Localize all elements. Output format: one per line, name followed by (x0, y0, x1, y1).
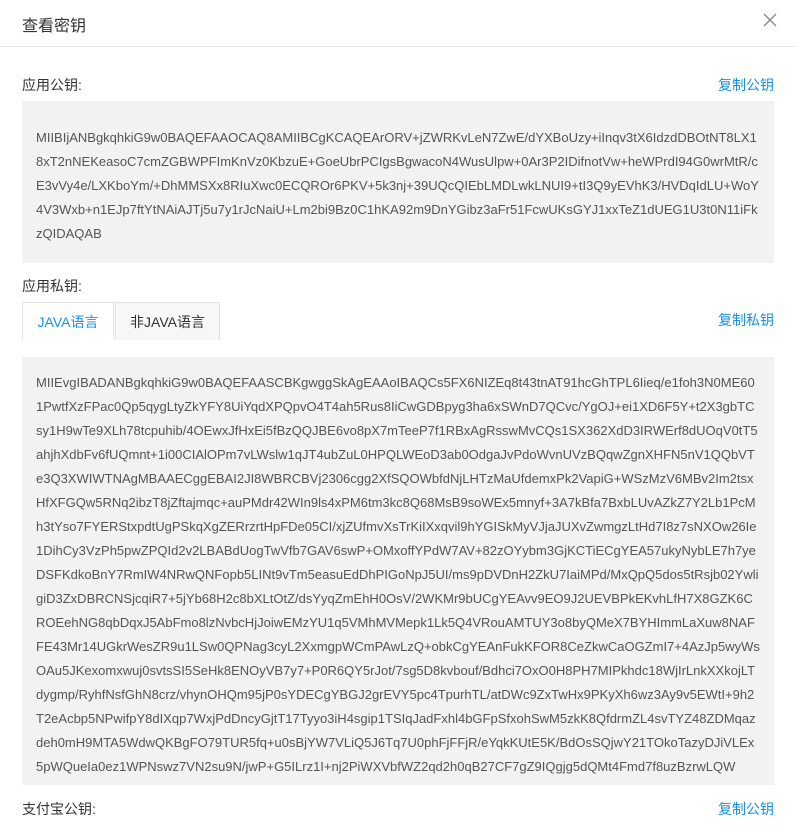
private-key-box: MIIEvgIBADANBgkqhkiG9w0BAQEFAASCBKgwggSk… (22, 357, 774, 785)
alipay-key-header: 支付宝公钥: 复制公钥 (22, 797, 774, 827)
public-key-label: 应用公钥: (22, 77, 82, 93)
public-key-header: 应用公钥: 复制公钥 (22, 72, 774, 102)
copy-private-key-link[interactable]: 复制私钥 (718, 310, 774, 330)
tab-java-label: JAVA语言 (37, 314, 99, 330)
public-key-value: MIIBIjANBgkqhkiG9w0BAQEFAAOCAQ8AMIIBCgKC… (36, 130, 759, 241)
close-icon[interactable] (763, 13, 777, 27)
private-key-value: MIIEvgIBADANBgkqhkiG9w0BAQEFAASCBKgwggSk… (36, 375, 760, 774)
dialog-body: 应用公钥: 复制公钥 MIIBIjANBgkqhkiG9w0BAQEFAAOCA… (22, 46, 774, 827)
tab-java[interactable]: JAVA语言 (22, 302, 114, 340)
copy-alipay-key-link[interactable]: 复制公钥 (718, 799, 774, 819)
tab-non-java-label: 非JAVA语言 (130, 314, 205, 330)
dialog-header: 查看密钥 (0, 0, 795, 47)
dialog-title: 查看密钥 (22, 18, 87, 35)
tab-non-java[interactable]: 非JAVA语言 (115, 302, 220, 340)
public-key-box: MIIBIjANBgkqhkiG9w0BAQEFAAOCAQ8AMIIBCgKC… (22, 101, 774, 263)
copy-public-key-link[interactable]: 复制公钥 (718, 75, 774, 95)
private-key-label: 应用私钥: (22, 278, 82, 294)
private-key-header: 应用私钥: (22, 273, 774, 305)
private-key-tabs: JAVA语言 非JAVA语言 复制私钥 (22, 302, 774, 340)
alipay-key-label: 支付宝公钥: (22, 801, 96, 817)
